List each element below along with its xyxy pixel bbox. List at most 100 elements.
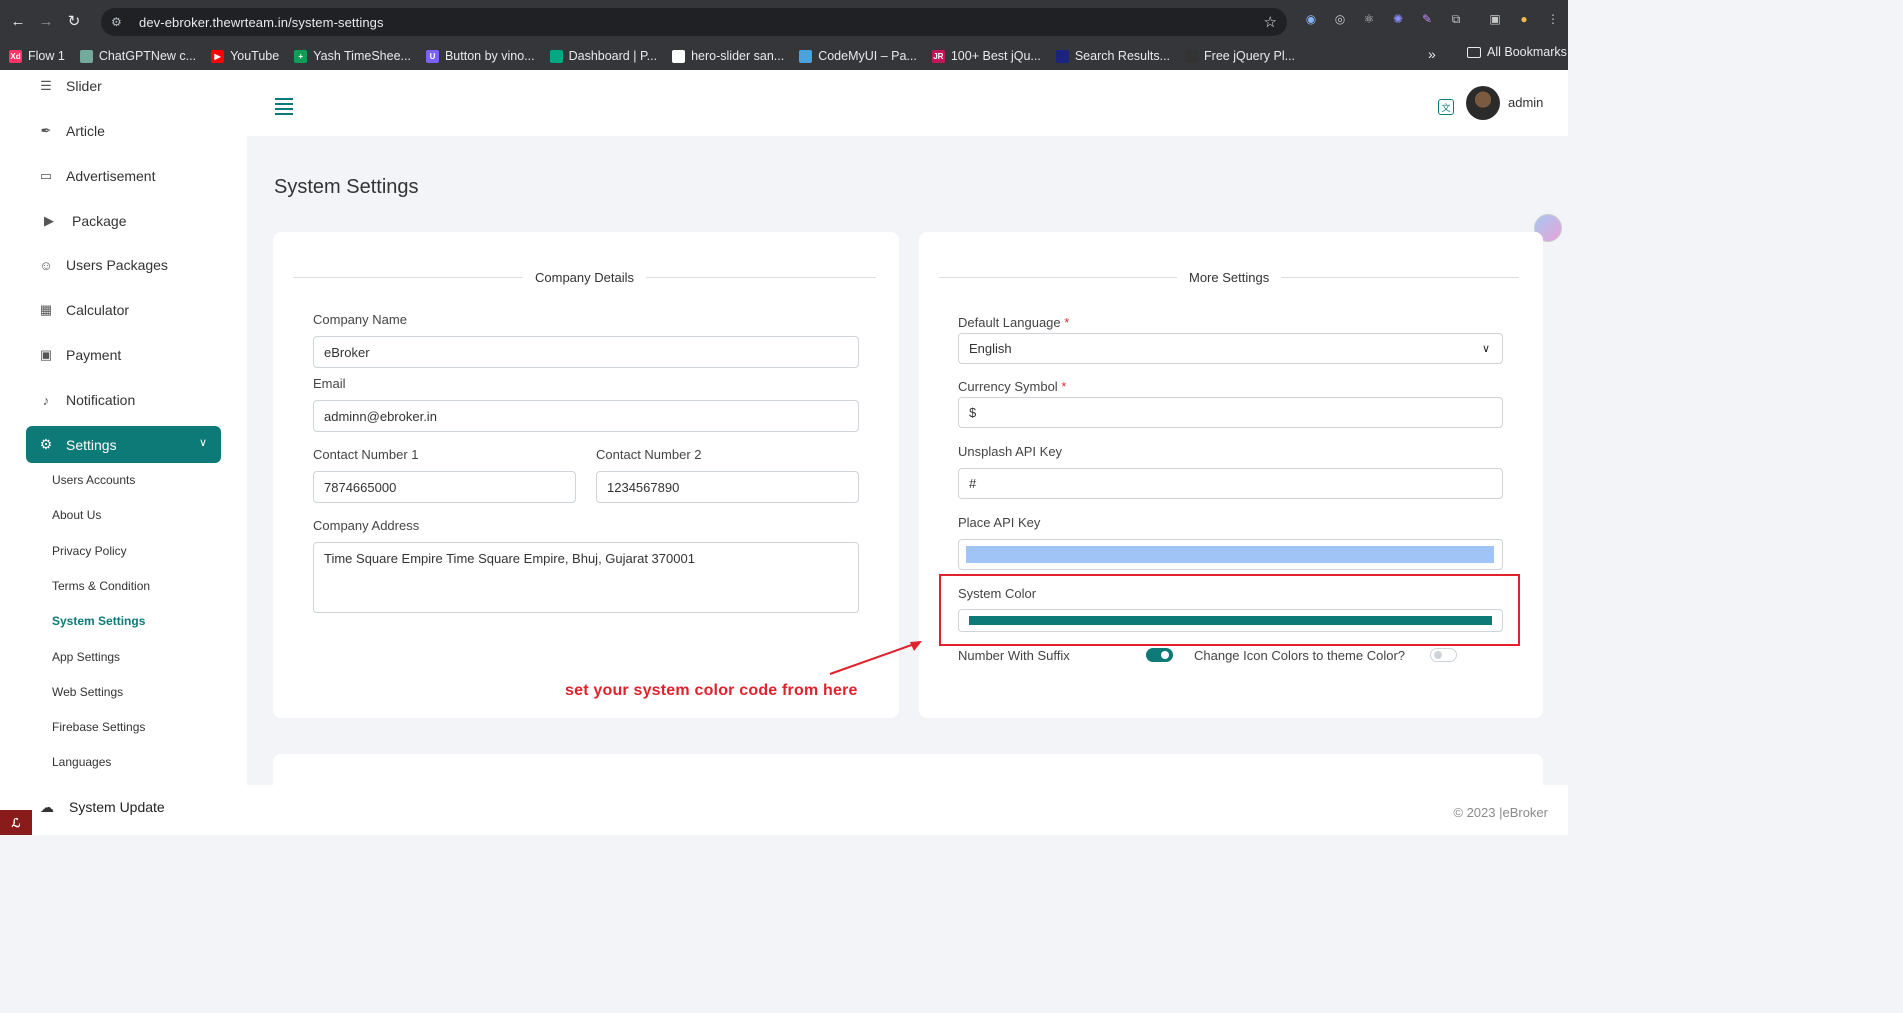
address-bar[interactable]: ⚙ dev-ebroker.thewrteam.in/system-settin…	[101, 8, 1287, 36]
sidebar-item-payment[interactable]: ▣ Payment	[38, 347, 121, 363]
sidebar-item-settings[interactable]: ⚙ Settings ∨	[26, 426, 221, 463]
sidebar-item-notification[interactable]: ♪ Notification	[38, 392, 136, 408]
required-mark: *	[1061, 379, 1067, 394]
bookmark-label: hero-slider san...	[691, 49, 785, 63]
sidebar-item-article[interactable]: ✒ Article	[38, 123, 105, 139]
company-name-input[interactable]: eBroker	[313, 336, 859, 368]
forward-icon[interactable]: →	[32, 7, 60, 35]
bookmark-item[interactable]: Search Results...	[1055, 49, 1170, 63]
bookmarks-overflow-icon[interactable]: »	[1428, 46, 1436, 62]
reload-icon[interactable]: ↻	[60, 7, 88, 35]
sidebar-subitem-firebase-settings[interactable]: Firebase Settings	[52, 720, 145, 734]
username[interactable]: admin	[1508, 95, 1543, 110]
avatar[interactable]	[1466, 86, 1500, 120]
required-mark: *	[1064, 315, 1070, 330]
sidebar-item-slider[interactable]: ☰ Slider	[38, 78, 102, 94]
sidebar-subitem-privacy-policy[interactable]: Privacy Policy	[52, 544, 127, 558]
bookmark-favicon-icon: +	[294, 49, 308, 63]
gear-icon: ⚙	[39, 436, 53, 452]
bookmark-item[interactable]: Dashboard | P...	[549, 49, 657, 63]
sidebar-subitem-users-accounts[interactable]: Users Accounts	[52, 473, 135, 487]
bookmark-item[interactable]: U Button by vino...	[425, 49, 535, 63]
browser-chrome: ← → ↻ ⚙ dev-ebroker.thewrteam.in/system-…	[0, 0, 1568, 70]
sidebar-subitem-about-us[interactable]: About Us	[52, 508, 101, 522]
language-value: English	[969, 341, 1012, 356]
chevron-down-icon: ∨	[198, 437, 207, 449]
sidebar-item-calculator[interactable]: ▦ Calculator	[38, 302, 129, 318]
unsplash-input[interactable]: #	[958, 468, 1503, 499]
bookmark-favicon-icon	[672, 49, 686, 63]
extension-icon[interactable]: ◉	[1300, 8, 1322, 30]
sidebar-subitem-app-settings[interactable]: App Settings	[52, 650, 120, 664]
bookmark-label: ChatGPTNew c...	[98, 49, 197, 63]
more-settings-legend: More Settings	[939, 267, 1520, 287]
sidebar-subitem-terms-condition[interactable]: Terms & Condition	[52, 579, 150, 593]
sidebar-item-label: Package	[72, 213, 127, 229]
bookmark-item[interactable]: ChatGPTNew c...	[79, 49, 197, 63]
extension-icon[interactable]: ✺	[1387, 8, 1409, 30]
bookmarks-bar: Xd Flow 1 ChatGPTNew c... ▶ YouTube + Yash Tim…	[0, 42, 1568, 70]
currency-label-text: Currency Symbol	[958, 379, 1058, 394]
puzzle-icon[interactable]: ⧉	[1445, 8, 1467, 30]
annotation-highlight-box	[939, 574, 1520, 646]
sidebar-item-label: Advertisement	[66, 168, 156, 184]
bell-icon: ♪	[42, 392, 50, 408]
contact2-input[interactable]: 1234567890	[596, 471, 859, 503]
bookmark-label: CodeMyUI – Pa...	[818, 49, 917, 63]
bookmark-favicon-icon: ▶	[211, 49, 225, 63]
sidebar-item-package[interactable]: ▶ Package	[38, 213, 126, 229]
sidebar-item-advertisement[interactable]: ▭ Advertisement	[38, 168, 156, 184]
bookmark-star-icon[interactable]: ☆	[1264, 13, 1277, 31]
currency-input[interactable]: $	[958, 397, 1503, 428]
suffix-toggle[interactable]	[1146, 648, 1173, 662]
company-details-card: Company Details Company Name eBroker Ema…	[273, 232, 899, 718]
bookmark-label: Yash TimeShee...	[313, 49, 411, 63]
react-devtools-icon[interactable]: ⚛	[1358, 8, 1380, 30]
address-textarea[interactable]: Time Square Empire Time Square Empire, B…	[313, 542, 859, 613]
translate-icon[interactable]: 文	[1438, 99, 1454, 115]
bookmark-favicon-icon: Xd	[9, 49, 22, 63]
laravel-debug-icon[interactable]: ℒ	[0, 810, 32, 835]
back-icon[interactable]: ←	[4, 7, 32, 35]
profile-icon[interactable]: ●	[1513, 8, 1535, 30]
bookmark-label: 100+ Best jQu...	[950, 49, 1041, 63]
bookmark-item[interactable]: ▶ YouTube	[211, 49, 279, 63]
bookmark-item[interactable]: JR 100+ Best jQu...	[931, 49, 1041, 63]
bookmark-favicon-icon	[1185, 49, 1199, 63]
email-input[interactable]: adminn@ebroker.in	[313, 400, 859, 432]
bottom-bar: ☁ System Update © 2023 |eBroker	[0, 785, 1568, 835]
pen-icon: ✒	[40, 123, 52, 138]
sidebar: ☰ Slider ✒ Article ▭ Advertisement ▶ Package ☺ Us…	[0, 70, 247, 785]
extensions-row: ◉ ◎ ⚛ ✺ ✎ ⧉ ▣ ● ⋮	[1300, 8, 1564, 30]
hamburger-menu-icon[interactable]	[275, 98, 293, 115]
all-bookmarks-button[interactable]: All Bookmarks	[1467, 45, 1567, 59]
sidebar-item-label: Users Packages	[66, 257, 168, 273]
extension-icon[interactable]: ✎	[1416, 8, 1438, 30]
sidebar-item-users-packages[interactable]: ☺ Users Packages	[38, 257, 168, 273]
bookmark-item[interactable]: Free jQuery Pl...	[1185, 49, 1295, 63]
sidebar-subitem-web-settings[interactable]: Web Settings	[52, 685, 123, 699]
sidepanel-icon[interactable]: ▣	[1484, 8, 1506, 30]
sidebar-subitem-system-settings[interactable]: System Settings	[52, 614, 145, 628]
bookmark-label: YouTube	[230, 49, 280, 63]
email-label: Email	[313, 376, 346, 391]
contact1-input[interactable]: 7874665000	[313, 471, 576, 503]
bookmark-item[interactable]: Xd Flow 1	[9, 49, 65, 63]
sidebar-item-system-update[interactable]: ☁ System Update	[38, 798, 165, 816]
bookmark-item[interactable]: + Yash TimeShee...	[294, 49, 411, 63]
unsplash-label: Unsplash API Key	[958, 444, 1063, 459]
language-select[interactable]: English ∨	[958, 333, 1503, 364]
contact1-label: Contact Number 1	[313, 447, 419, 462]
site-info-icon[interactable]: ⚙	[111, 15, 129, 29]
sidebar-subitem-languages[interactable]: Languages	[52, 755, 111, 769]
menu-dots-icon[interactable]: ⋮	[1542, 8, 1564, 30]
place-api-input[interactable]	[958, 539, 1503, 570]
bookmark-item[interactable]: hero-slider san...	[672, 49, 784, 63]
sidebar-item-label: Settings	[66, 436, 117, 453]
place-api-label: Place API Key	[958, 515, 1041, 530]
icon-color-toggle[interactable]	[1430, 648, 1457, 662]
sidebar-item-label: Article	[66, 123, 105, 139]
bookmark-label: Free jQuery Pl...	[1204, 49, 1296, 63]
bookmark-item[interactable]: CodeMyUI – Pa...	[799, 49, 917, 63]
extension-icon[interactable]: ◎	[1329, 8, 1351, 30]
